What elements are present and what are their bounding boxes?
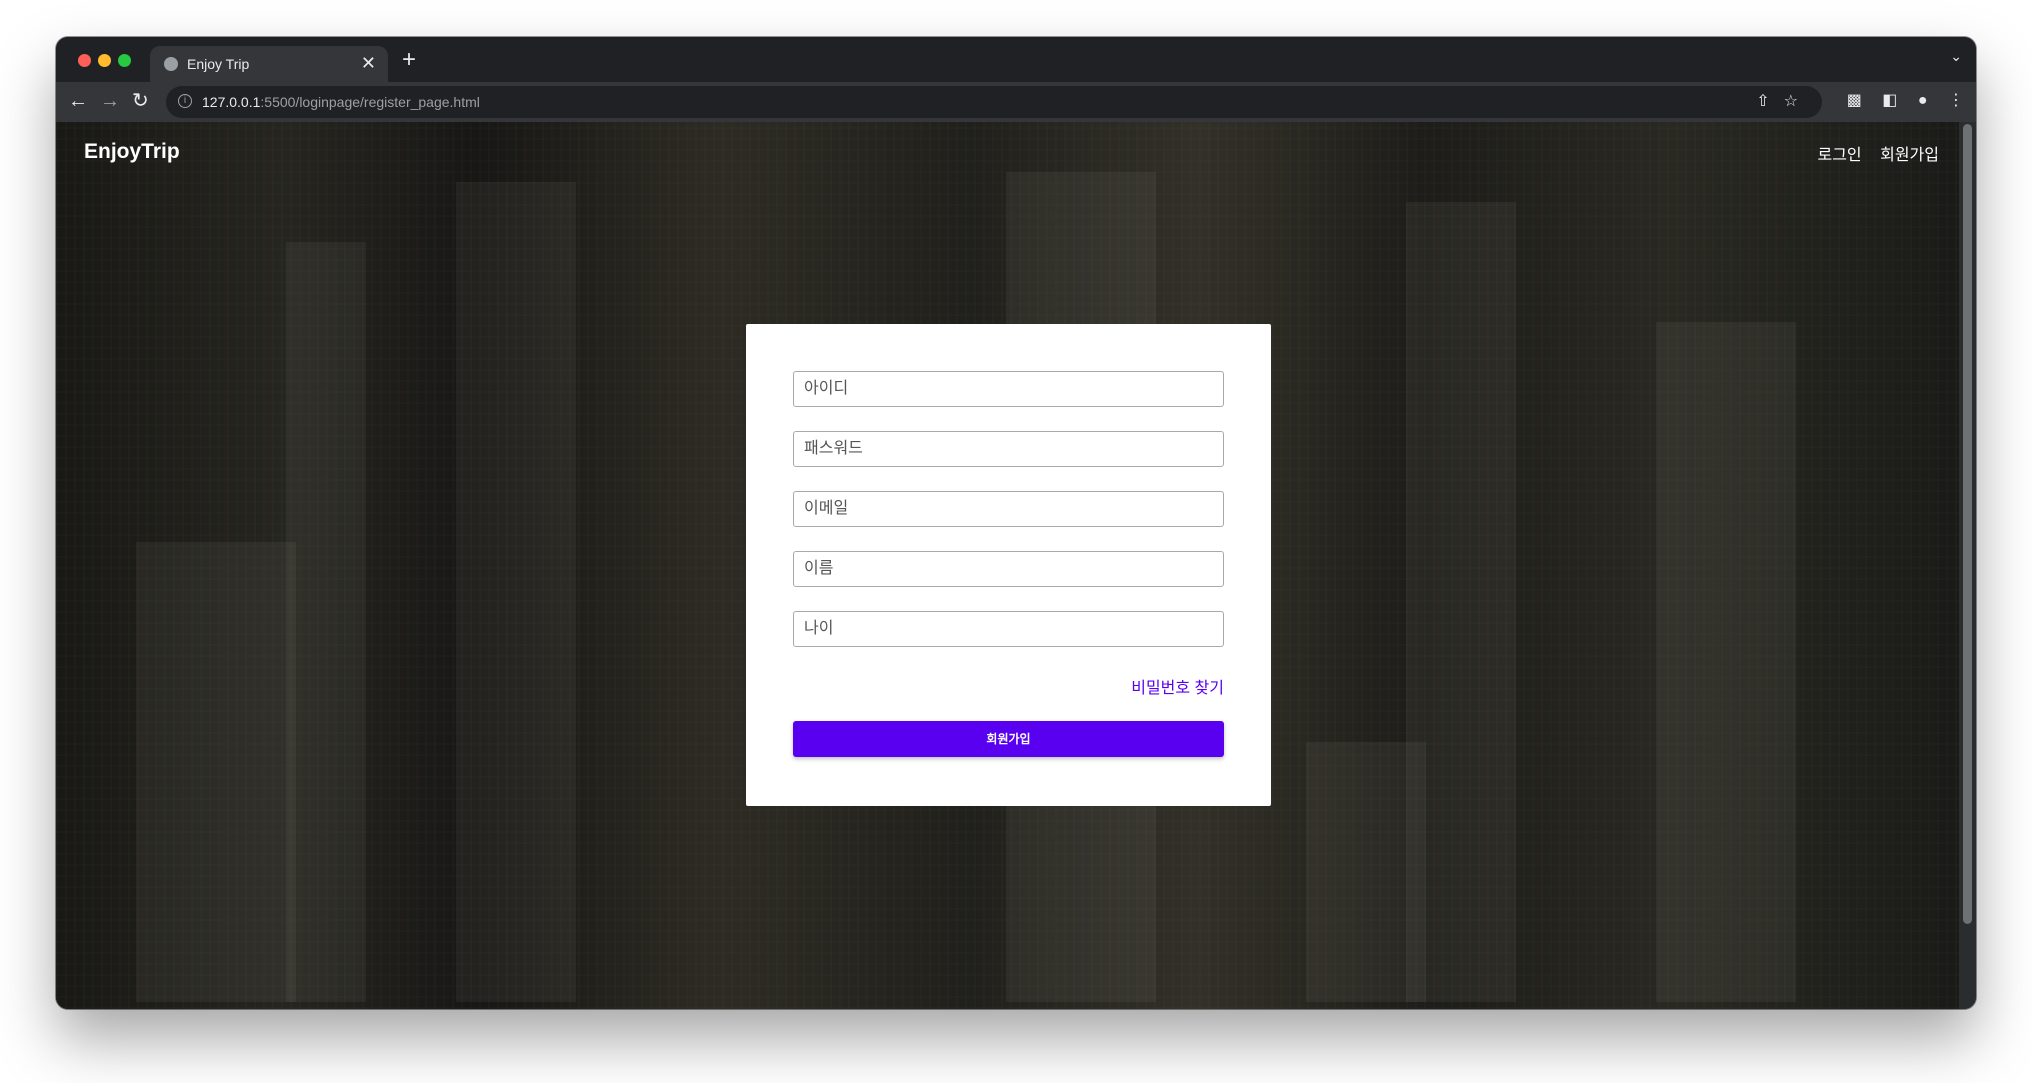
url-path: :5500/loginpage/register_page.html	[260, 94, 480, 110]
maximize-window-button[interactable]	[118, 54, 131, 67]
profile-icon[interactable]: ●	[1918, 92, 1928, 110]
age-input[interactable]: 나이	[793, 611, 1224, 647]
scrollbar-thumb[interactable]	[1963, 124, 1972, 924]
email-input[interactable]: 이메일	[793, 491, 1224, 527]
url-text[interactable]: 127.0.0.1:5500/loginpage/register_page.h…	[202, 94, 480, 110]
tab-search-chevron-icon[interactable]: ⌄	[1950, 48, 1962, 65]
share-icon[interactable]: ⇧	[1756, 93, 1783, 110]
register-button[interactable]: 회원가입	[793, 721, 1224, 757]
reload-icon[interactable]: ↻	[132, 88, 149, 114]
side-panel-icon[interactable]: ◧	[1882, 90, 1897, 110]
page-viewport: EnjoyTrip 로그인 회원가입 아이디 패스워드 이메일 이름 나이 비밀…	[56, 122, 1959, 1009]
scrollbar[interactable]	[1959, 122, 1976, 1009]
tab-bar: Enjoy Trip ✕ + ⌄	[56, 37, 1976, 82]
bookmark-star-icon[interactable]: ☆	[1784, 93, 1812, 110]
register-card: 아이디 패스워드 이메일 이름 나이 비밀번호 찾기 회원가입	[746, 324, 1271, 806]
kebab-menu-icon[interactable]: ⋮	[1948, 90, 1964, 110]
puzzle-icon[interactable]: ▩	[1847, 90, 1862, 110]
back-arrow-icon[interactable]: ←	[68, 88, 88, 114]
new-tab-button[interactable]: +	[402, 47, 416, 73]
url-host: 127.0.0.1	[202, 94, 261, 110]
forgot-password-link[interactable]: 비밀번호 찾기	[1131, 674, 1224, 698]
site-info-icon[interactable]: i	[178, 94, 192, 108]
site-logo[interactable]: EnjoyTrip	[84, 140, 180, 164]
globe-icon	[164, 57, 178, 71]
omnibox-actions: ⇧☆	[1756, 91, 1812, 111]
browser-toolbar: ← → ↻ i 127.0.0.1:5500/loginpage/registe…	[56, 82, 1976, 122]
tab-active[interactable]: Enjoy Trip ✕	[150, 46, 388, 82]
nav-login-link[interactable]: 로그인	[1817, 147, 1861, 164]
forward-arrow-icon[interactable]: →	[100, 88, 120, 114]
nav-register-link[interactable]: 회원가입	[1880, 147, 1939, 164]
tab-title: Enjoy Trip	[187, 56, 250, 72]
name-input[interactable]: 이름	[793, 551, 1224, 587]
password-input[interactable]: 패스워드	[793, 431, 1224, 467]
top-nav: 로그인 회원가입	[1803, 141, 1939, 165]
address-bar[interactable]: i 127.0.0.1:5500/loginpage/register_page…	[166, 86, 1822, 118]
minimize-window-button[interactable]	[98, 54, 111, 67]
toolbar-actions: ▩ ◧ ● ⋮	[1831, 90, 1964, 110]
id-input[interactable]: 아이디	[793, 371, 1224, 407]
close-window-button[interactable]	[78, 54, 91, 67]
tab-close-icon[interactable]: ✕	[361, 53, 376, 73]
browser-window: Enjoy Trip ✕ + ⌄ ← → ↻ i 127.0.0.1:5500/…	[56, 37, 1976, 1009]
